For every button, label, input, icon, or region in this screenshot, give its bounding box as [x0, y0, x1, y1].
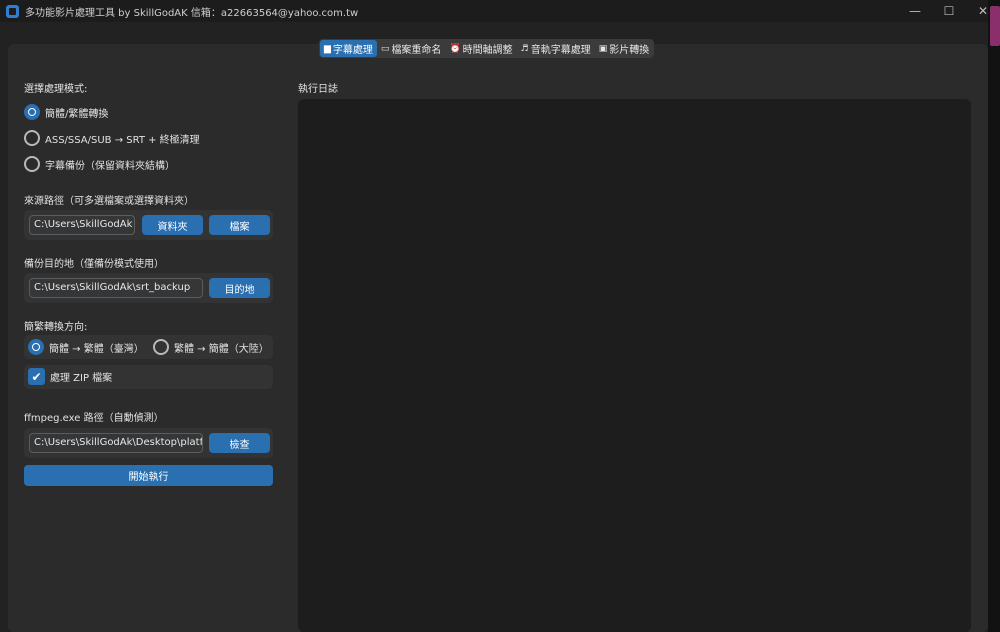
music-note-icon: ♬: [520, 43, 529, 54]
browse-file-button[interactable]: 檔案: [209, 215, 270, 235]
tab-video-convert[interactable]: ▣ 影片轉換: [595, 40, 654, 57]
direction-simplified-to-traditional[interactable]: 簡體 → 繁體（臺灣）: [28, 339, 144, 355]
folder-icon: ▭: [380, 43, 390, 54]
checkmark-icon: ✔: [28, 368, 45, 385]
minimize-button[interactable]: —: [898, 0, 932, 22]
backup-destination-input[interactable]: C:\Users\SkillGodAk\srt_backup: [29, 278, 203, 298]
maximize-button[interactable]: ☐: [932, 0, 966, 22]
check-ffmpeg-button[interactable]: 檢查: [209, 433, 270, 453]
app-icon: [6, 4, 19, 18]
radio-label: 簡體 → 繁體（臺灣）: [49, 343, 144, 355]
radio-label: 簡體/繁體轉換: [45, 108, 109, 120]
checkbox-label: 處理 ZIP 檔案: [50, 373, 113, 384]
ffmpeg-path-input[interactable]: C:\Users\SkillGodAk\Desktop\platform: [29, 433, 203, 453]
browse-folder-button[interactable]: 資料夾: [142, 215, 203, 235]
radio-icon: [24, 156, 40, 172]
desktop-edge: [988, 0, 1000, 632]
direction-traditional-to-simplified[interactable]: 繁體 → 簡體（大陸）: [153, 339, 269, 355]
alarm-clock-icon: ⏰: [449, 43, 461, 54]
title-bar: 多功能影片處理工具 by SkillGodAK 信箱：a22663564@yah…: [0, 0, 1000, 22]
conversion-direction-label: 簡繁轉換方向:: [24, 322, 88, 333]
radio-icon: [153, 339, 169, 355]
select-destination-button[interactable]: 目的地: [209, 278, 270, 298]
start-button[interactable]: 開始執行: [24, 465, 273, 486]
tab-label: 檔案重命名: [391, 45, 442, 56]
source-path-input[interactable]: C:\Users\SkillGodAk: [29, 215, 135, 235]
tab-bar: ▆ 字幕處理 ▭ 檔案重命名 ⏰ 時間軸調整 ♬ 音軌字幕處理 ▣ 影片轉換: [319, 39, 655, 58]
log-label: 執行日誌: [298, 84, 338, 95]
radio-icon: [24, 130, 40, 146]
video-icon: ▣: [598, 43, 608, 54]
tab-label: 時間軸調整: [462, 45, 513, 56]
mode-label: 選擇處理模式:: [24, 84, 88, 95]
tab-label: 影片轉換: [609, 45, 650, 56]
subtitle-icon: ▆: [324, 43, 331, 54]
mode-option-ass-to-srt[interactable]: ASS/SSA/SUB → SRT + 終極清理: [24, 130, 200, 146]
process-zip-checkbox[interactable]: ✔ 處理 ZIP 檔案: [28, 368, 112, 385]
tab-label: 音軌字幕處理: [530, 45, 591, 56]
mode-option-chinese-convert[interactable]: 簡體/繁體轉換: [24, 104, 108, 120]
desktop-wallpaper-accent: [990, 6, 1000, 46]
tab-file-rename[interactable]: ▭ 檔案重命名: [377, 40, 446, 57]
radio-label: ASS/SSA/SUB → SRT + 終極清理: [45, 134, 200, 146]
source-path-label: 來源路徑（可多選檔案或選擇資料夾）: [24, 196, 194, 207]
radio-label: 字幕備份（保留資料夾結構）: [45, 160, 175, 172]
tab-audio-subtitle[interactable]: ♬ 音軌字幕處理: [517, 40, 595, 57]
tab-subtitle-processing[interactable]: ▆ 字幕處理: [320, 40, 377, 57]
radio-label: 繁體 → 簡體（大陸）: [174, 343, 269, 355]
log-output[interactable]: [298, 99, 971, 632]
tab-label: 字幕處理: [332, 45, 373, 56]
tab-timeline-adjust[interactable]: ⏰ 時間軸調整: [445, 40, 516, 57]
ffmpeg-path-label: ffmpeg.exe 路徑（自動偵測）: [24, 413, 164, 424]
radio-selected-icon: [24, 104, 40, 120]
radio-selected-icon: [28, 339, 44, 355]
window-controls: — ☐ ✕: [898, 0, 1000, 22]
mode-option-subtitle-backup[interactable]: 字幕備份（保留資料夾結構）: [24, 156, 175, 172]
backup-destination-label: 備份目的地（僅備份模式使用）: [24, 259, 164, 270]
window-title: 多功能影片處理工具 by SkillGodAK 信箱：a22663564@yah…: [25, 7, 359, 19]
